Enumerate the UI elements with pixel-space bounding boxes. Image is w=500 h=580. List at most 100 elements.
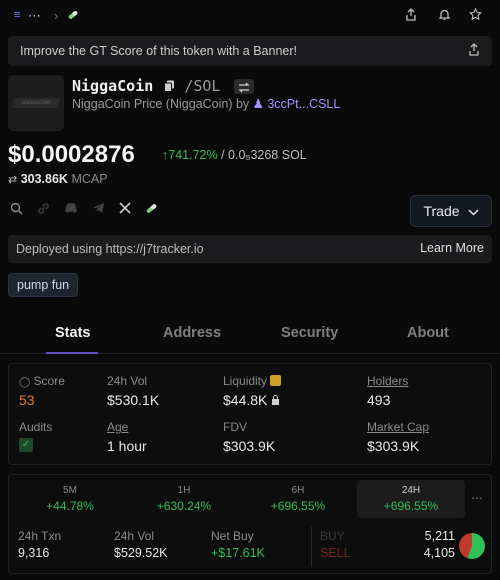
txn-count-label: 24h Txn — [18, 529, 62, 543]
txn-volume-label: 24h Vol — [114, 529, 155, 543]
sell-value: 4,105 — [423, 546, 455, 560]
timeframe-label: 5M — [63, 485, 77, 496]
txn-count-stat: 24h Txn 9,316 — [18, 529, 61, 560]
check-icon: ✓ — [19, 438, 33, 452]
sell-label: SELL — [320, 546, 351, 560]
upload-icon[interactable] — [468, 43, 480, 59]
txn-count-value: 9,316 — [18, 546, 50, 560]
transactions-card: 5M +44.78% 1H +630.24% 6H +696.55% 24H +… — [8, 474, 492, 574]
buy-value: 5,211 — [424, 529, 455, 543]
token-logo: NIGGACOIN — [8, 75, 64, 131]
star-icon[interactable] — [468, 7, 483, 24]
timeframe-5m[interactable]: 5M +44.78% — [16, 485, 124, 513]
txn-volume-value: $529.52K — [114, 546, 168, 560]
buy-sell-ratio-icon — [459, 533, 485, 559]
share-icon[interactable] — [405, 8, 417, 24]
net-buy-value: +$17.61K — [211, 546, 265, 560]
liquidity-label: Liquidity — [223, 374, 268, 388]
mcap-row: ⇄ 303.86K MCAP — [8, 172, 108, 186]
price-change-row: ↑741.72% / 0.0₅3268 SOL — [162, 148, 307, 162]
discord-icon[interactable] — [64, 202, 78, 218]
market-cap-label[interactable]: Market Cap — [367, 420, 429, 434]
timeframe-label: 24H — [401, 485, 421, 496]
shield-icon: ◯ — [19, 377, 31, 388]
timeframe-label: 6H — [291, 485, 305, 496]
divider — [311, 527, 312, 567]
banner-text: Improve the GT Score of this token with … — [20, 44, 297, 58]
timeframe-6h[interactable]: 6H +696.55% — [244, 485, 352, 513]
swap-icon[interactable] — [233, 79, 254, 94]
copy-icon[interactable] — [164, 78, 175, 96]
timeframe-24h[interactable]: 24H +696.55% — [357, 480, 465, 518]
timeframe-change: +630.24% — [156, 499, 212, 513]
more-icon[interactable]: ⋯ — [471, 491, 483, 505]
market-cap-value: $303.9K — [367, 438, 420, 454]
buy-sell-stat: BUY 5,211 SELL 4,105 — [320, 529, 455, 560]
tag-pump-fun[interactable]: pump fun — [8, 273, 79, 297]
tab-bar: Stats Address Security About — [0, 318, 500, 354]
liquidity-badge-icon — [270, 375, 282, 386]
token-subtitle: NiggaCoin Price (NiggaCoin) by ♟ 3ccPt..… — [72, 96, 340, 111]
more-dots-icon[interactable]: ⋯ — [28, 8, 41, 24]
trade-button[interactable]: Trade — [410, 195, 492, 227]
fdv-stat: FDV $303.9K — [223, 420, 275, 454]
active-tab-indicator — [46, 352, 98, 354]
pill-icon — [67, 9, 79, 24]
fdv-label: FDV — [223, 420, 247, 434]
price-change: ↑741.72% — [162, 148, 218, 162]
x-icon[interactable] — [119, 202, 131, 218]
score-stat: ◯ Score 53 — [19, 374, 65, 408]
volume-value: $530.1K — [107, 392, 160, 408]
gt-score-banner[interactable]: Improve the GT Score of this token with … — [8, 36, 492, 66]
trade-button-label: Trade — [423, 203, 460, 219]
chevron-down-icon — [468, 203, 479, 219]
holders-stat[interactable]: Holders 493 — [367, 374, 408, 408]
fdv-value: $303.9K — [223, 438, 276, 454]
score-value: 53 — [19, 392, 35, 408]
lock-icon — [271, 392, 280, 408]
timeframe-label: 1H — [177, 485, 191, 496]
audits-label: Audits — [19, 420, 53, 434]
tab-address[interactable]: Address — [163, 325, 221, 341]
deploy-text: Deployed using https://j7tracker.io — [16, 242, 204, 256]
timeframe-change: +696.55% — [383, 499, 439, 513]
holders-value: 493 — [367, 392, 391, 408]
score-label: Score — [33, 374, 65, 388]
volume-stat: 24h Vol $530.1K — [107, 374, 159, 408]
creator-address[interactable]: 3ccPt...CSLL — [267, 97, 340, 111]
token-pair: /SOL — [184, 77, 221, 95]
age-label: Age — [107, 420, 129, 434]
tab-security[interactable]: Security — [281, 325, 338, 341]
stats-card: ◯ Score 53 24h Vol $530.1K Liquidity $44… — [8, 363, 492, 465]
timeframe-change: +44.78% — [46, 499, 94, 513]
liquidity-stat: Liquidity $44.8K — [223, 374, 282, 408]
learn-more-link[interactable]: Learn More — [420, 241, 484, 255]
liquidity-value: $44.8K — [223, 392, 268, 408]
link-icon[interactable] — [37, 202, 50, 218]
net-buy-label: Net Buy — [211, 529, 254, 543]
menu-icon[interactable]: ≡ — [14, 9, 20, 21]
bell-icon[interactable] — [438, 8, 451, 24]
social-links — [10, 202, 158, 218]
tab-stats[interactable]: Stats — [55, 325, 90, 341]
buy-label: BUY — [320, 529, 345, 543]
user-icon: ♟ — [252, 97, 264, 111]
mcap-value: 303.86K — [20, 172, 68, 186]
txn-volume-stat: 24h Vol $529.52K — [114, 529, 168, 560]
swap-small-icon: ⇄ — [8, 174, 18, 186]
holders-label[interactable]: Holders — [367, 374, 408, 388]
top-bar: ≡ ⋯ › — [0, 0, 500, 30]
telegram-icon[interactable] — [92, 202, 105, 218]
timeframe-1h[interactable]: 1H +630.24% — [130, 485, 238, 513]
age-stat: Age 1 hour — [107, 420, 147, 454]
tab-about[interactable]: About — [407, 325, 449, 341]
search-icon[interactable] — [10, 202, 23, 218]
pill-link-icon[interactable] — [145, 202, 158, 218]
mcap-label: MCAP — [71, 172, 108, 186]
token-name-row: NiggaCoin /SOL — [72, 77, 254, 96]
age-value: 1 hour — [107, 438, 147, 454]
market-cap-stat[interactable]: Market Cap $303.9K — [367, 420, 429, 454]
volume-label: 24h Vol — [107, 374, 148, 388]
sol-price: / 0.0₅3268 SOL — [221, 148, 307, 162]
token-name: NiggaCoin — [72, 77, 154, 95]
